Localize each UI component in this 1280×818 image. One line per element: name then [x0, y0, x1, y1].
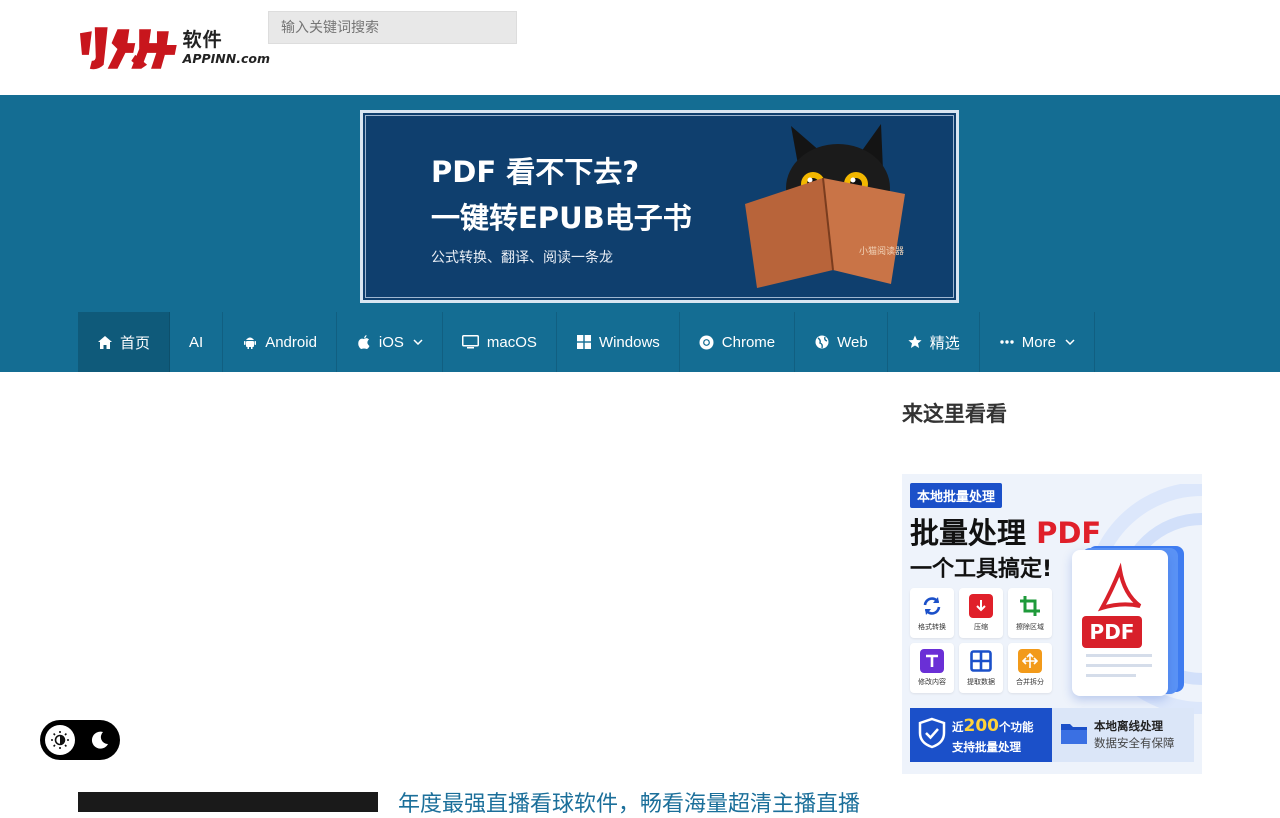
- home-icon: [97, 334, 113, 350]
- feature-label: 提取数据: [967, 678, 995, 686]
- ad-headline-a: 批量处理: [910, 516, 1037, 550]
- nav-item-home[interactable]: 首页: [78, 312, 171, 372]
- nav-item-ios[interactable]: iOS: [337, 312, 443, 372]
- feature-label: 格式转换: [918, 623, 946, 631]
- nav-label-ios: iOS: [378, 333, 404, 351]
- chrome-icon: [699, 334, 715, 350]
- ad-headline-2: 一个工具搞定!: [910, 557, 1053, 582]
- ad-headline-1: PDF 看不下去?: [431, 155, 640, 189]
- feature-erase-area: 擦除区域: [1008, 588, 1052, 638]
- nav-item-web[interactable]: Web: [795, 312, 888, 372]
- nav-label-ai: AI: [189, 333, 204, 351]
- light-mode-button[interactable]: [45, 725, 75, 755]
- feature-label: 压缩: [974, 623, 988, 631]
- nav-label-featured: 精选: [929, 333, 960, 352]
- shield-check-icon: [918, 717, 946, 754]
- pdf-badge: PDF: [1082, 616, 1142, 648]
- nav-item-macos[interactable]: macOS: [443, 312, 557, 372]
- ad-feature-grid: 格式转换 压缩 擦除区域 修改内容 提取数据 合并拆分: [910, 588, 1052, 693]
- feature-format-convert: 格式转换: [910, 588, 954, 638]
- nav-label-macos: macOS: [486, 333, 537, 351]
- feature-label: 合并拆分: [1016, 678, 1044, 686]
- post-thumbnail[interactable]: [78, 792, 378, 812]
- ad-headline-b: PDF: [1036, 516, 1102, 550]
- dark-mode-button[interactable]: [85, 725, 115, 755]
- monitor-icon: [462, 334, 480, 350]
- android-icon: [242, 334, 258, 350]
- feature-extract-data: 提取数据: [959, 643, 1003, 693]
- download-file-icon: [969, 594, 993, 618]
- banner-band: PDF 看不下去? 一键转EPUB电子书 公式转换、翻译、阅读一条龙 小猫阅读器…: [0, 95, 1280, 372]
- folder-icon: [1060, 721, 1088, 750]
- site-header: 软件 APPINN.com: [0, 0, 1280, 95]
- feature-label: 修改内容: [918, 678, 946, 686]
- logo-en: APPINN.com: [182, 50, 270, 66]
- feature-label: 擦除区域: [1016, 623, 1044, 631]
- logo-text: 软件 APPINN.com: [182, 28, 270, 66]
- apple-icon: [356, 334, 372, 350]
- merge-split-icon: [1018, 649, 1042, 673]
- ad-tag: 本地批量处理: [910, 483, 1003, 508]
- crop-icon: [1018, 594, 1042, 618]
- star-icon: [907, 334, 923, 350]
- nav-item-android[interactable]: Android: [223, 312, 337, 372]
- nav-label-home: 首页: [120, 333, 151, 352]
- ad-bottom-left: 近200个功能 支持批量处理: [910, 708, 1052, 762]
- post-title-link[interactable]: 年度最强直播看球软件，畅看海量超清主播直播: [398, 786, 860, 818]
- feature-edit-content: 修改内容: [910, 643, 954, 693]
- ad-bottom-right-text: 本地离线处理 数据安全有保障: [1094, 718, 1175, 753]
- nav-label-web: Web: [837, 333, 868, 351]
- windows-icon: [576, 334, 592, 350]
- logo-cn: 软件: [182, 28, 223, 51]
- ad-bottom-right: 本地离线处理 数据安全有保障: [1052, 708, 1194, 762]
- logo-mark-icon: [79, 27, 177, 70]
- nav-item-ai[interactable]: AI: [170, 312, 224, 372]
- ad-headline-2: 一键转EPUB电子书: [431, 201, 692, 235]
- nav-label-more: More: [1021, 333, 1056, 351]
- nav-label-chrome: Chrome: [721, 333, 776, 351]
- search-input[interactable]: [268, 11, 517, 44]
- nav-item-featured[interactable]: 精选: [888, 312, 980, 372]
- ad-batch-support: 支持批量处理: [952, 740, 1021, 755]
- ad-headline: 批量处理 PDF: [910, 510, 1101, 552]
- sidebar-ad[interactable]: 本地批量处理 批量处理 PDF 一个工具搞定! 格式转换 压缩 擦除区域 修改内…: [902, 474, 1202, 774]
- ellipsis-icon: [999, 334, 1015, 350]
- brightness-icon: [51, 731, 69, 749]
- ad-feature-count-prefix: 近: [952, 719, 964, 734]
- feature-compress: 压缩: [959, 588, 1003, 638]
- nav-label-windows: Windows: [598, 333, 660, 351]
- nav-item-chrome[interactable]: Chrome: [680, 312, 796, 372]
- main-nav: 首页 AI Android iOS macOS Windows Chrome W…: [78, 312, 1095, 372]
- ad-feature-count-suffix: 个功能: [999, 719, 1034, 734]
- refresh-icon: [920, 594, 944, 618]
- ad-bottom-bar: 近200个功能 支持批量处理 本地离线处理 数据安全有保障: [910, 708, 1194, 762]
- ad-bottom-left-text: 近200个功能 支持批量处理: [952, 714, 1034, 757]
- chevron-down-icon: [413, 339, 423, 345]
- globe-icon: [814, 334, 830, 350]
- book-cover-text: 小猫阅读器: [859, 245, 904, 257]
- ad-feature-count: 200: [963, 715, 1000, 736]
- nav-item-more[interactable]: More: [980, 312, 1095, 372]
- cat-book-illustration-icon: 小猫阅读器: [745, 124, 905, 288]
- feature-merge-split: 合并拆分: [1008, 643, 1052, 693]
- ad-data-safe: 数据安全有保障: [1094, 736, 1175, 750]
- nav-label-android: Android: [265, 333, 317, 351]
- grid-icon: [969, 649, 993, 673]
- ad-offline: 本地离线处理: [1094, 718, 1163, 733]
- ad-banner[interactable]: PDF 看不下去? 一键转EPUB电子书 公式转换、翻译、阅读一条龙 小猫阅读器: [360, 110, 959, 303]
- theme-toggle[interactable]: [40, 720, 120, 760]
- chevron-down-icon: [1065, 339, 1075, 345]
- site-logo[interactable]: 软件 APPINN.com: [78, 24, 270, 72]
- ad-subtitle: 公式转换、翻译、阅读一条龙: [431, 250, 613, 266]
- moon-icon: [91, 731, 108, 749]
- nav-item-windows[interactable]: Windows: [557, 312, 680, 372]
- text-icon: [920, 649, 944, 673]
- sidebar-title: 来这里看看: [902, 402, 1007, 426]
